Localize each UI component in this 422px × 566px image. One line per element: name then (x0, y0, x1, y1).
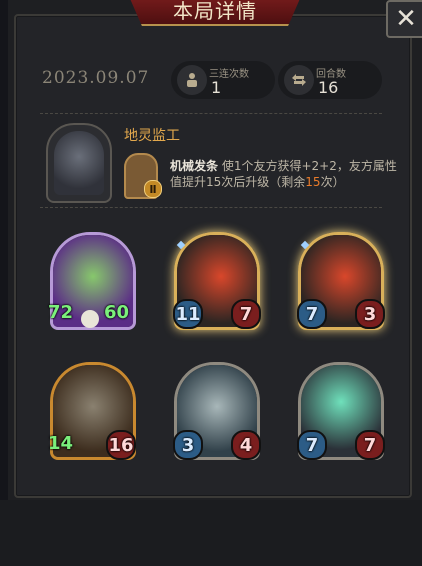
ability-description: 机械发条 使1个友方获得+2+2，友方属性值提升15次后升级（剩余15次） (170, 158, 400, 190)
ability-name: 机械发条 (170, 159, 219, 173)
minion-health: 3 (355, 299, 385, 329)
minion-health: 7 (355, 430, 385, 460)
hero-portrait (46, 123, 112, 203)
minion-attack: 7 (297, 299, 327, 329)
minion-attack: 11 (173, 299, 203, 329)
minion-health: 4 (231, 430, 261, 460)
match-date: 2023.09.07 (42, 68, 150, 88)
bottom-area (0, 500, 422, 566)
divider-top (40, 113, 382, 114)
hero-name: 地灵监工 (124, 128, 180, 144)
minion-attack: 3 (173, 430, 203, 460)
match-details-panel: 2023.09.07 三连次数 1 回合数 16 地灵监工 Ⅱ 机械发条 使1个… (14, 14, 412, 498)
triple-count-stat: 三连次数 1 (171, 61, 275, 99)
window-title: 本局详情 (173, 0, 257, 23)
divider-bottom (40, 207, 382, 208)
tower-level-badge: Ⅱ (144, 180, 162, 198)
window-title-banner: 本局详情 (128, 0, 302, 26)
ability-text-end: 次） (320, 175, 345, 189)
close-button[interactable]: ✕ (386, 0, 422, 38)
minion-attack: 72 (48, 302, 74, 323)
minion-attack: 14 (48, 433, 74, 454)
hero-portrait-art (54, 131, 104, 195)
round-count-value: 16 (318, 78, 339, 97)
minion-health: 7 (231, 299, 261, 329)
pawn-icon (177, 65, 207, 95)
minion-health: 60 (104, 302, 130, 323)
triple-count-value: 1 (211, 78, 222, 97)
cycle-icon (284, 65, 314, 95)
skull-icon (81, 310, 99, 328)
minion-health: 16 (106, 430, 136, 460)
screen-left-edge (0, 0, 8, 566)
minion-attack: 7 (297, 430, 327, 460)
round-count-stat: 回合数 16 (278, 61, 382, 99)
ability-remaining: 15 (305, 175, 321, 189)
close-icon: ✕ (395, 4, 417, 34)
